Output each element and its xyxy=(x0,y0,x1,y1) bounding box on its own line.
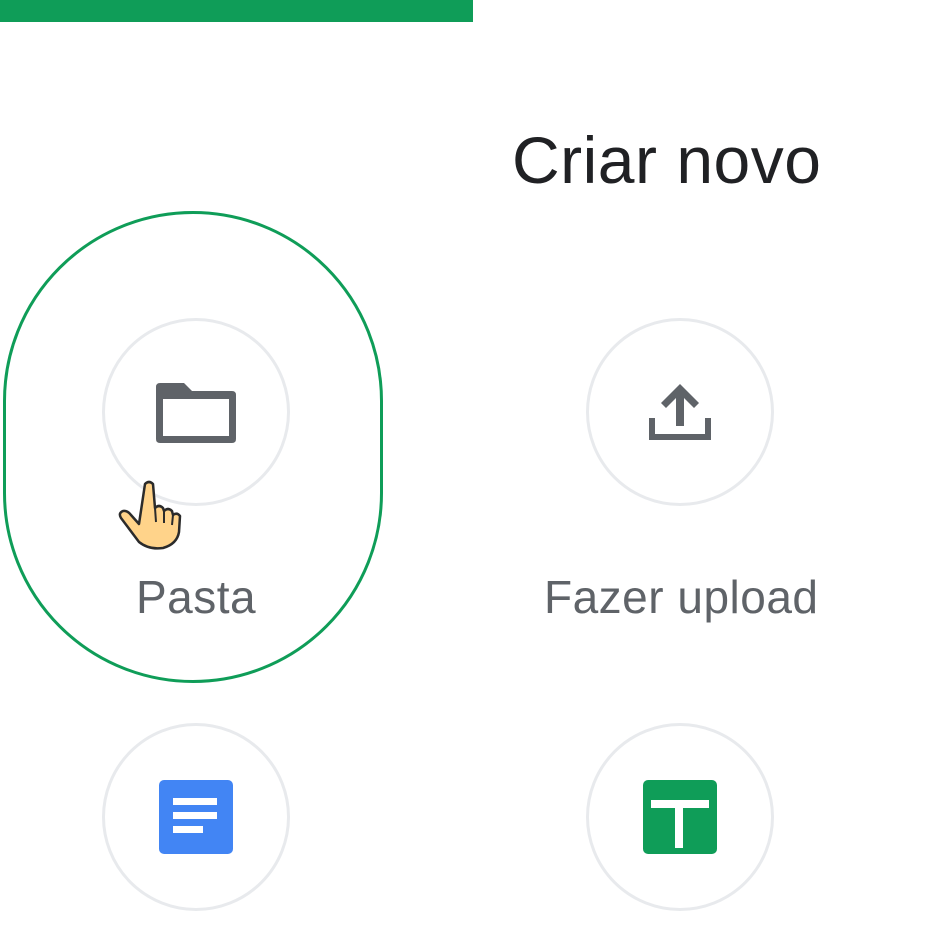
page-title: Criar novo xyxy=(512,123,822,197)
upload-icon-circle[interactable] xyxy=(586,318,774,506)
sheets-icon-circle[interactable] xyxy=(586,723,774,911)
google-docs-icon xyxy=(159,780,233,854)
new-folder-label: Pasta xyxy=(136,571,257,623)
new-doc-button[interactable] xyxy=(0,705,400,940)
upload-label: Fazer upload xyxy=(544,571,819,623)
google-sheets-icon xyxy=(643,780,717,854)
upload-icon xyxy=(649,384,711,440)
folder-icon xyxy=(156,383,236,443)
progress-bar xyxy=(0,0,473,22)
docs-icon-circle[interactable] xyxy=(102,723,290,911)
upload-button[interactable]: Fazer upload xyxy=(488,300,888,623)
folder-icon-circle[interactable] xyxy=(102,318,290,506)
new-sheet-button[interactable] xyxy=(488,705,888,940)
new-folder-button[interactable]: Pasta xyxy=(0,300,400,623)
